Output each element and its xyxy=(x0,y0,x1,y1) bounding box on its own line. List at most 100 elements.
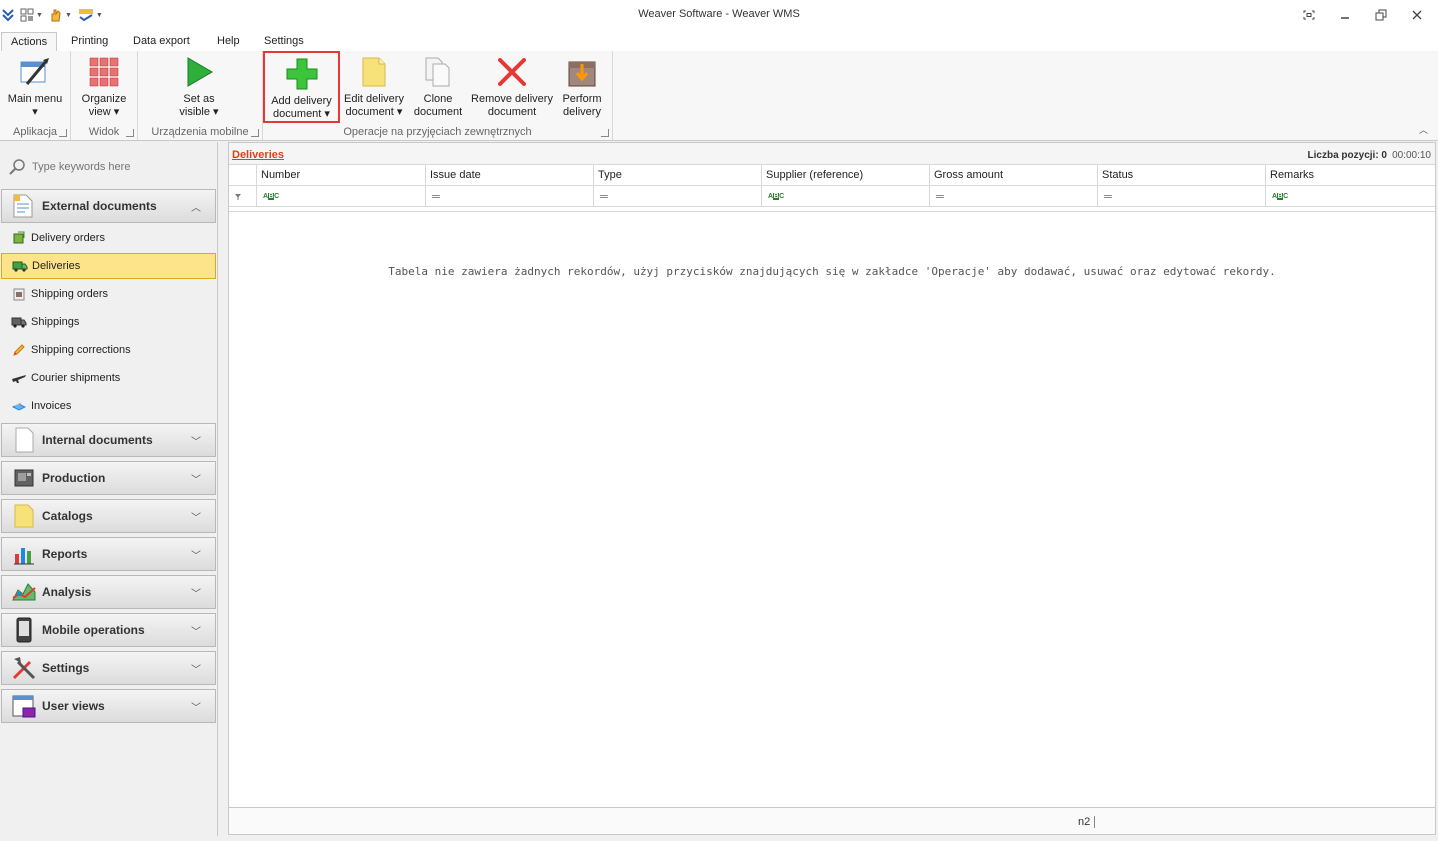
column-header-gross-amount[interactable]: Gross amount xyxy=(929,165,1097,186)
column-header-remarks[interactable]: Remarks xyxy=(1265,165,1435,186)
edit-delivery-document-button[interactable]: Edit delivery document ▾ xyxy=(341,55,407,119)
sidebar-item-shipping-corrections[interactable]: Shipping corrections xyxy=(1,337,216,363)
close-icon xyxy=(1412,10,1422,20)
truck-icon xyxy=(12,261,28,272)
grid-header: Number Issue date Type Supplier (referen… xyxy=(229,165,1435,186)
ribbon-group-aplikacja: Main menu ▾ Aplikacja xyxy=(0,51,71,140)
set-as-visible-button[interactable]: Set as visible ▾ xyxy=(168,55,230,119)
grid-divider xyxy=(229,209,1435,212)
tab-help[interactable]: Help xyxy=(208,32,249,52)
navigation-sidebar: External documents ︿ Delivery orders Del… xyxy=(0,142,218,836)
chevron-down-icon: ﹀ xyxy=(191,664,201,676)
chevron-down-icon: ﹀ xyxy=(191,512,201,524)
status-bar xyxy=(0,836,1438,841)
restore-button[interactable] xyxy=(1370,6,1392,24)
grid-filter-row: ABC ═ ═ ABC ═ ═ ABC xyxy=(229,186,1435,207)
catalog-icon xyxy=(14,504,34,528)
clone-document-button[interactable]: Clone document xyxy=(409,55,467,119)
sidebar-search xyxy=(8,156,213,178)
column-header-status[interactable]: Status xyxy=(1097,165,1265,186)
grid-footer: n2 xyxy=(229,807,1435,834)
filter-cell-type[interactable]: ═ xyxy=(593,186,761,207)
sidebar-item-delivery-orders[interactable]: Delivery orders xyxy=(1,225,216,251)
nav-group-settings[interactable]: Settings ﹀ xyxy=(1,651,216,685)
minimize-icon xyxy=(1341,17,1349,19)
group-launcher-button[interactable] xyxy=(601,129,609,137)
view-title[interactable]: Deliveries xyxy=(232,149,284,161)
equals-filter-icon: ═ xyxy=(1104,190,1112,203)
ribbon-group-widok: Organize view ▾ Widok xyxy=(71,51,138,140)
add-delivery-document-button[interactable]: Add delivery document ▾ xyxy=(263,51,340,123)
nav-group-internal-documents[interactable]: Internal documents ﹀ xyxy=(1,423,216,457)
tab-actions[interactable]: Actions xyxy=(1,32,58,52)
record-count: Liczba pozycji: 0 xyxy=(1307,150,1387,161)
delivery-order-icon xyxy=(13,231,25,244)
nav-group-mobile-operations[interactable]: Mobile operations ﹀ xyxy=(1,613,216,647)
chevron-down-icon: ﹀ xyxy=(191,702,201,714)
filter-cell-remarks[interactable]: ABC xyxy=(1265,186,1435,207)
group-launcher-button[interactable] xyxy=(251,129,259,137)
minimize-button[interactable] xyxy=(1334,6,1356,24)
deliveries-view: Deliveries Liczba pozycji: 0 00:00:10 Nu… xyxy=(228,142,1436,835)
nav-group-reports[interactable]: Reports ﹀ xyxy=(1,537,216,571)
group-launcher-button[interactable] xyxy=(59,129,67,137)
perform-delivery-button[interactable]: Perform delivery xyxy=(556,55,608,119)
text-filter-icon: ABC xyxy=(263,193,279,200)
filter-cell-status[interactable]: ═ xyxy=(1097,186,1265,207)
sidebar-item-shipping-orders[interactable]: Shipping orders xyxy=(1,281,216,307)
equals-filter-icon: ═ xyxy=(936,190,944,203)
fullscreen-button[interactable] xyxy=(1298,6,1320,24)
collapse-ribbon-button[interactable]: ︿ xyxy=(1419,123,1428,136)
filter-icon xyxy=(235,193,241,200)
column-header-number[interactable]: Number xyxy=(256,165,425,186)
ribbon-group-operacje: Add delivery document ▾ Edit delivery do… xyxy=(263,51,613,140)
mobile-phone-icon xyxy=(16,617,32,643)
text-filter-icon: ABC xyxy=(768,193,784,200)
nav-group-analysis[interactable]: Analysis ﹀ xyxy=(1,575,216,609)
nav-group-catalogs[interactable]: Catalogs ﹀ xyxy=(1,499,216,533)
chevron-down-icon: ﹀ xyxy=(191,550,201,562)
chevron-down-icon: ﹀ xyxy=(191,436,201,448)
sidebar-item-invoices[interactable]: Invoices xyxy=(1,393,216,419)
tools-icon xyxy=(12,657,36,680)
machine-icon xyxy=(14,469,34,487)
filter-cell-supplier[interactable]: ABC xyxy=(761,186,929,207)
filter-cell-gross-amount[interactable]: ═ xyxy=(929,186,1097,207)
chevron-down-icon: ﹀ xyxy=(191,474,201,486)
nav-group-user-views[interactable]: User views ﹀ xyxy=(1,689,216,723)
sidebar-item-courier-shipments[interactable]: Courier shipments xyxy=(1,365,216,391)
play-icon xyxy=(187,57,213,87)
tab-settings[interactable]: Settings xyxy=(255,32,313,52)
remove-delivery-document-button[interactable]: Remove delivery document xyxy=(469,55,555,119)
filter-cell-number[interactable]: ABC xyxy=(256,186,425,207)
tab-data-export[interactable]: Data export xyxy=(124,32,199,52)
analysis-icon xyxy=(12,583,36,601)
delete-x-icon xyxy=(498,58,526,86)
window-controls xyxy=(1298,6,1428,24)
copy-icon xyxy=(425,57,450,87)
main-menu-button[interactable]: Main menu ▾ xyxy=(4,55,66,119)
organize-view-button[interactable]: Organize view ▾ xyxy=(74,55,134,119)
nav-group-external-documents[interactable]: External documents ︿ xyxy=(1,189,216,223)
group-launcher-button[interactable] xyxy=(126,129,134,137)
restore-icon xyxy=(1375,9,1387,21)
tab-printing[interactable]: Printing xyxy=(62,32,117,52)
main-menu-icon xyxy=(20,58,49,85)
blank-document-icon xyxy=(15,427,34,453)
title-bar: ▼ ▼ ▼ Weaver Software - Weaver WMS xyxy=(0,0,1438,30)
sidebar-item-shippings[interactable]: Shippings xyxy=(1,309,216,335)
nav-group-production[interactable]: Production ﹀ xyxy=(1,461,216,495)
filter-cell-issue-date[interactable]: ═ xyxy=(425,186,593,207)
search-input[interactable] xyxy=(32,161,202,173)
column-header-type[interactable]: Type xyxy=(593,165,761,186)
bar-chart-icon xyxy=(14,548,34,565)
ribbon-group-label: Urządzenia mobilne xyxy=(151,126,249,138)
plus-icon xyxy=(286,58,317,90)
window-title: Weaver Software - Weaver WMS xyxy=(638,8,800,20)
invoice-icon xyxy=(12,402,26,411)
close-button[interactable] xyxy=(1406,6,1428,24)
equals-filter-icon: ═ xyxy=(432,190,440,203)
column-header-issue-date[interactable]: Issue date xyxy=(425,165,593,186)
column-header-supplier[interactable]: Supplier (reference) xyxy=(761,165,929,186)
sidebar-item-deliveries[interactable]: Deliveries xyxy=(1,253,216,279)
